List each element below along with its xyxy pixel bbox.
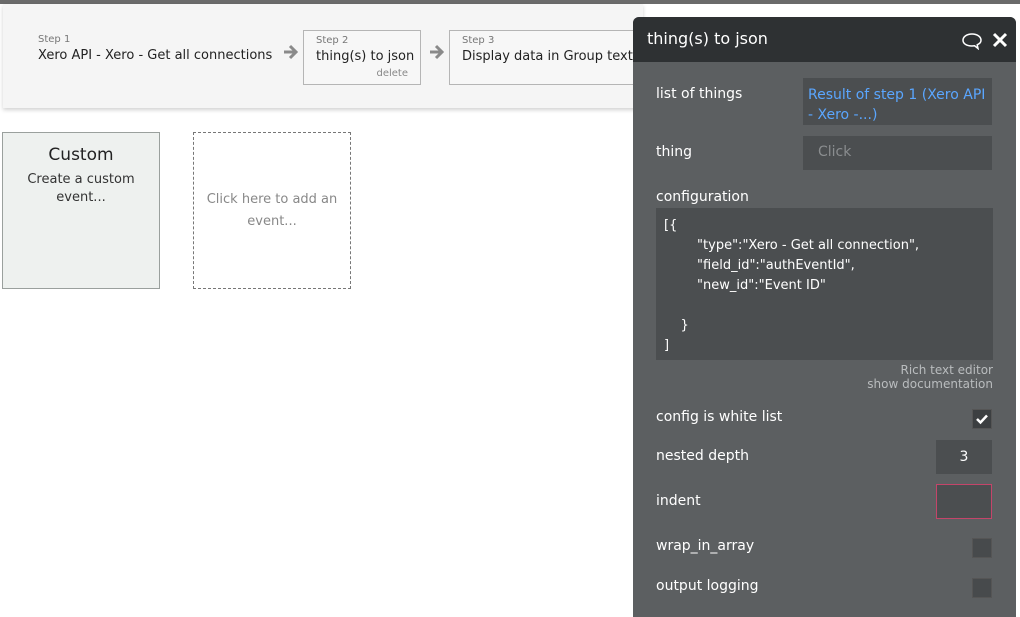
- rich-text-editor-link[interactable]: Rich text editor: [900, 363, 993, 377]
- arrow-right-icon: [428, 43, 444, 61]
- close-icon[interactable]: [991, 31, 1009, 49]
- list-of-things-label: list of things: [656, 86, 743, 102]
- output-logging-checkbox[interactable]: [972, 578, 992, 598]
- output-logging-label: output logging: [656, 578, 759, 594]
- step-label: Display data in Group text: [462, 49, 633, 64]
- indent-field[interactable]: [936, 484, 992, 519]
- comment-icon[interactable]: [961, 32, 983, 51]
- panel-title: thing(s) to json: [647, 29, 768, 48]
- step-number: Step 3: [462, 35, 495, 46]
- configuration-field[interactable]: [{ "type":"Xero - Get all connection", "…: [656, 208, 993, 360]
- thing-field[interactable]: Click: [803, 136, 992, 170]
- custom-event-description: Create a custom event...: [27, 172, 135, 205]
- add-event-card[interactable]: Click here to add an event...: [193, 132, 351, 289]
- show-documentation-link[interactable]: show documentation: [867, 377, 993, 391]
- step-label: thing(s) to json: [316, 49, 415, 64]
- wrap-in-array-checkbox[interactable]: [972, 538, 992, 558]
- thing-label: thing: [656, 144, 693, 160]
- delete-step-link[interactable]: delete: [376, 68, 408, 79]
- arrow-right-icon: [282, 43, 298, 61]
- panel-header: thing(s) to json: [633, 17, 1016, 62]
- workflow-step-2[interactable]: Step 2 thing(s) to json delete: [303, 30, 421, 85]
- step-number: Step 2: [316, 35, 349, 46]
- nested-depth-label: nested depth: [656, 448, 749, 464]
- workflow-step-3[interactable]: Step 3 Display data in Group text: [449, 30, 639, 85]
- wrap-in-array-label: wrap_in_array: [656, 538, 755, 554]
- workflow-step-1[interactable]: Step 1 Xero API - Xero - Get all connect…: [38, 30, 278, 85]
- workflow-steps-bar: Step 1 Xero API - Xero - Get all connect…: [3, 4, 643, 108]
- list-of-things-field[interactable]: Result of step 1 (Xero API - Xero -...): [803, 78, 992, 125]
- nested-depth-field[interactable]: 3: [936, 440, 992, 474]
- add-event-text: Click here to add an event...: [206, 192, 338, 229]
- config-white-list-label: config is white list: [656, 409, 783, 425]
- action-property-panel: thing(s) to json list of things Result o…: [633, 17, 1016, 617]
- step-number: Step 1: [38, 34, 71, 45]
- configuration-label: configuration: [656, 189, 749, 205]
- indent-label: indent: [656, 493, 701, 509]
- custom-event-title: Custom: [48, 145, 114, 165]
- config-white-list-checkbox[interactable]: [972, 409, 992, 429]
- step-label: Xero API - Xero - Get all connections: [38, 48, 273, 63]
- custom-event-card[interactable]: Custom Create a custom event...: [2, 132, 160, 289]
